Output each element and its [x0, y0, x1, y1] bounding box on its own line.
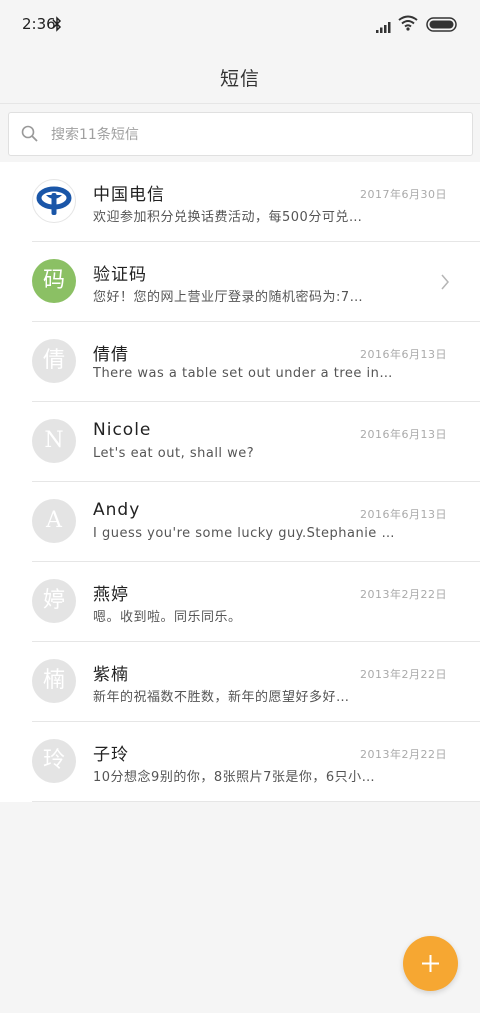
message-snippet: 嗯。收到啦。同乐同乐。 [93, 610, 242, 625]
search-input[interactable] [49, 122, 453, 148]
message-date: 2017年6月30日 [360, 188, 447, 201]
search-icon [21, 125, 39, 147]
messages-screen: 2:36 短信 搜索11条短信 中国电信 欢迎参加积分兑换话费活动，每500分可… [0, 0, 480, 1013]
message-snippet: There was a table set out under a tree i… [93, 366, 393, 381]
avatar: N [32, 419, 76, 463]
conversation-row[interactable]: 玲 子玲 10分想念9别的你，8张照片7张是你，6只小… 2013年2月22日 [0, 722, 480, 802]
signal-icon [376, 18, 392, 37]
divider [32, 801, 480, 802]
message-snippet: 您好！您的网上营业厅登录的随机密码为:7… [93, 290, 364, 305]
message-snippet: 新年的祝福数不胜数，新年的愿望好多好… [93, 690, 350, 705]
conversation-row[interactable]: 码 验证码 您好！您的网上营业厅登录的随机密码为:7… [0, 242, 480, 322]
search-box[interactable] [8, 112, 473, 156]
message-date: 2013年2月22日 [360, 748, 447, 761]
conversation-row[interactable]: A Andy I guess you're some lucky guy.Ste… [0, 482, 480, 562]
page-title: 短信 [219, 68, 260, 90]
new-message-button[interactable] [403, 936, 458, 991]
message-date: 2016年6月13日 [360, 508, 447, 521]
message-date: 2013年2月22日 [360, 668, 447, 681]
contact-name: 中国电信 [93, 185, 165, 205]
contact-name: Andy [93, 500, 141, 520]
message-snippet: I guess you're some lucky guy.Stephanie … [93, 526, 393, 541]
conversation-row[interactable]: 倩 倩倩 There was a table set out under a t… [0, 322, 480, 402]
plus-icon [422, 955, 439, 972]
contact-name: 紫楠 [93, 665, 129, 685]
message-snippet: 欢迎参加积分兑换话费活动，每500分可兑… [93, 210, 363, 225]
avatar: 婷 [32, 579, 76, 623]
app-header: 短信 [0, 50, 480, 102]
contact-name: Nicole [93, 420, 152, 440]
wifi-icon [398, 15, 418, 35]
avatar: 倩 [32, 339, 76, 383]
message-snippet: 10分想念9别的你，8张照片7张是你，6只小… [93, 770, 376, 785]
battery-icon [426, 17, 458, 36]
search-bar [0, 103, 480, 162]
message-date: 2016年6月13日 [360, 348, 447, 361]
conversation-list: 中国电信 欢迎参加积分兑换话费活动，每500分可兑… 2017年6月30日 码 … [0, 162, 480, 802]
avatar: 码 [32, 259, 76, 303]
avatar: 楠 [32, 659, 76, 703]
status-time: 2:36 [22, 15, 56, 33]
bluetooth-icon [52, 16, 62, 36]
china-telecom-logo-icon [32, 179, 76, 223]
message-date: 2013年2月22日 [360, 588, 447, 601]
message-date: 2016年6月13日 [360, 428, 447, 441]
contact-name: 燕婷 [93, 585, 129, 605]
contact-name: 倩倩 [93, 345, 129, 365]
conversation-row[interactable]: 中国电信 欢迎参加积分兑换话费活动，每500分可兑… 2017年6月30日 [0, 162, 480, 242]
message-snippet: Let's eat out, shall we? [93, 446, 255, 461]
avatar: 玲 [32, 739, 76, 783]
chevron-right-icon[interactable] [440, 274, 450, 294]
avatar: A [32, 499, 76, 543]
status-bar: 2:36 [0, 0, 480, 50]
conversation-row[interactable]: 楠 紫楠 新年的祝福数不胜数，新年的愿望好多好… 2013年2月22日 [0, 642, 480, 722]
contact-name: 子玲 [93, 745, 129, 765]
contact-name: 验证码 [93, 265, 147, 285]
conversation-row[interactable]: N Nicole Let's eat out, shall we? 2016年6… [0, 402, 480, 482]
conversation-row[interactable]: 婷 燕婷 嗯。收到啦。同乐同乐。 2013年2月22日 [0, 562, 480, 642]
